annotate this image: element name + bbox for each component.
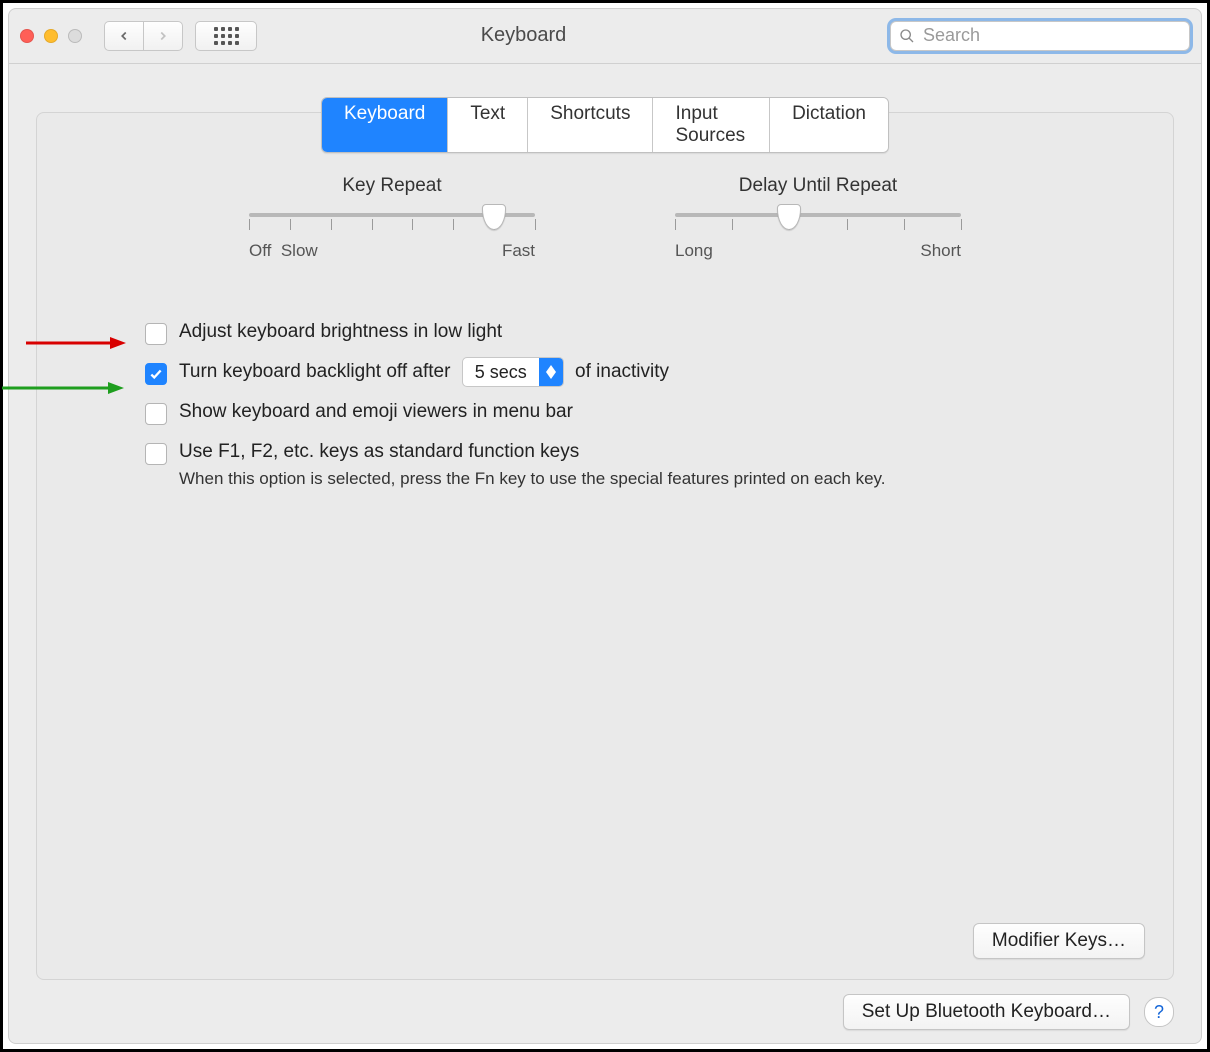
key-repeat-range-labels: Off Slow Fast (249, 241, 535, 261)
fn-keys-label: Use F1, F2, etc. keys as standard functi… (179, 441, 579, 463)
show-viewers-label: Show keyboard and emoji viewers in menu … (179, 401, 573, 423)
backlight-off-checkbox[interactable] (145, 363, 167, 385)
fn-keys-row: Use F1, F2, etc. keys as standard functi… (145, 441, 1145, 489)
backlight-timeout-select[interactable]: 5 secs (462, 357, 564, 387)
tab-dictation[interactable]: Dictation (770, 98, 888, 152)
delay-long-label: Long (675, 241, 713, 261)
adjust-brightness-row: Adjust keyboard brightness in low light (145, 321, 1145, 345)
delay-until-repeat-block: Delay Until Repeat Long (675, 175, 961, 261)
show-viewers-checkbox[interactable] (145, 403, 167, 425)
key-repeat-off-label: Off Slow (249, 241, 318, 261)
tab-bar: Keyboard Text Shortcuts Input Sources Di… (321, 97, 889, 153)
backlight-timeout-value: 5 secs (463, 362, 539, 383)
help-button[interactable]: ? (1144, 997, 1174, 1027)
setup-bluetooth-keyboard-button[interactable]: Set Up Bluetooth Keyboard… (843, 994, 1130, 1030)
back-button[interactable] (104, 21, 143, 51)
fn-keys-sub-label: When this option is selected, press the … (179, 469, 1145, 489)
preferences-window: Keyboard Keyboard Text Shortcuts Input S… (8, 8, 1202, 1044)
backlight-off-label: Turn keyboard backlight off after 5 secs… (179, 361, 669, 383)
footer: Set Up Bluetooth Keyboard… ? (36, 980, 1174, 1030)
chevron-left-icon (117, 29, 131, 43)
chevron-right-icon (156, 29, 170, 43)
options-list: Adjust keyboard brightness in low light … (145, 321, 1145, 489)
fn-keys-checkbox[interactable] (145, 443, 167, 465)
titlebar: Keyboard (8, 8, 1202, 64)
delay-range-labels: Long Short (675, 241, 961, 261)
delay-short-label: Short (920, 241, 961, 261)
sliders-row: Key Repeat (65, 175, 1145, 261)
search-field[interactable] (890, 21, 1190, 51)
delay-until-repeat-label: Delay Until Repeat (739, 175, 897, 197)
tab-shortcuts[interactable]: Shortcuts (528, 98, 653, 152)
window-title: Keyboard (169, 24, 878, 47)
key-repeat-label: Key Repeat (342, 175, 441, 197)
main-panel: Keyboard Text Shortcuts Input Sources Di… (36, 112, 1174, 980)
search-input[interactable] (921, 24, 1181, 47)
tab-text[interactable]: Text (448, 98, 528, 152)
tab-keyboard[interactable]: Keyboard (322, 98, 448, 152)
stepper-arrows-icon (539, 358, 563, 386)
window-controls (20, 29, 92, 43)
key-repeat-block: Key Repeat (249, 175, 535, 261)
tab-input-sources[interactable]: Input Sources (653, 98, 770, 152)
key-repeat-knob[interactable] (482, 204, 506, 230)
zoom-window-button (68, 29, 82, 43)
key-repeat-fast-label: Fast (502, 241, 535, 261)
adjust-brightness-checkbox[interactable] (145, 323, 167, 345)
adjust-brightness-label: Adjust keyboard brightness in low light (179, 321, 502, 343)
key-repeat-slider[interactable] (249, 205, 535, 233)
body: Keyboard Text Shortcuts Input Sources Di… (8, 64, 1202, 1044)
delay-until-repeat-knob[interactable] (777, 204, 801, 230)
show-viewers-row: Show keyboard and emoji viewers in menu … (145, 401, 1145, 425)
backlight-off-row: Turn keyboard backlight off after 5 secs… (145, 361, 1145, 385)
delay-until-repeat-slider[interactable] (675, 205, 961, 233)
question-mark-icon: ? (1154, 1002, 1164, 1023)
modifier-keys-button[interactable]: Modifier Keys… (973, 923, 1145, 959)
minimize-window-button[interactable] (44, 29, 58, 43)
search-icon (899, 28, 915, 44)
close-window-button[interactable] (20, 29, 34, 43)
